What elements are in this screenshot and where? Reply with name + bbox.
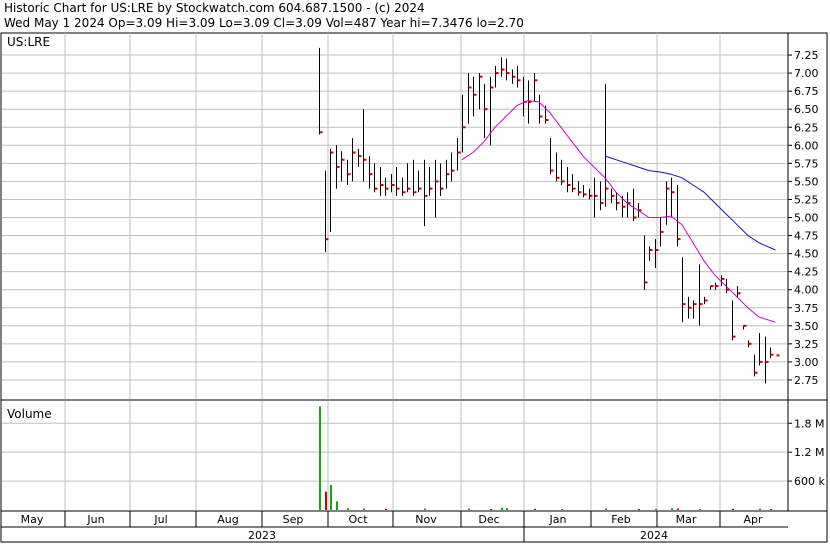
grid-layer (2, 33, 787, 542)
volume-bar (759, 508, 761, 510)
x-tick-label-year: 2023 (248, 529, 276, 542)
volume-bar (347, 508, 349, 510)
volume-bar (638, 509, 640, 511)
volume-bar (534, 508, 536, 510)
x-tick-label-year: 2024 (640, 529, 668, 542)
y-tick-label-price: 3.00 (794, 356, 819, 369)
symbol-label: US:LRE (7, 35, 50, 49)
volume-bar (319, 406, 321, 510)
y-tick-label-volume: 600 k (794, 475, 825, 488)
y-tick-label-price: 4.75 (794, 230, 819, 243)
volume-label: Volume (7, 407, 52, 421)
volume-bar (605, 508, 607, 510)
volume-bar (655, 508, 657, 510)
x-tick-label-month: Apr (743, 513, 763, 526)
y-tick-label-price: 4.00 (794, 284, 819, 297)
y-tick-label-price: 5.50 (794, 175, 819, 188)
volume-bar (330, 484, 332, 510)
volume-bar (501, 507, 503, 510)
volume-bar (732, 508, 734, 510)
x-tick-label-month: Mar (676, 513, 697, 526)
volume-bar (699, 509, 701, 511)
volume-bar (424, 508, 426, 510)
y-tick-label-price: 5.75 (794, 157, 819, 170)
y-tick-label-price: 7.00 (794, 67, 819, 80)
y-tick-label-price: 6.75 (794, 85, 819, 98)
y-tick-label-price: 5.25 (794, 193, 819, 206)
y-tick-label-price: 6.25 (794, 121, 819, 134)
x-tick-label-month: Feb (611, 513, 630, 526)
y-tick-label-price: 2.75 (794, 374, 819, 387)
x-tick-label-month: Sep (283, 513, 304, 526)
y-tick-label-price: 6.50 (794, 103, 819, 116)
moving-averages-layer (461, 99, 776, 323)
x-tick-label-month: May (21, 513, 44, 526)
volume-bar (385, 508, 387, 510)
volume-bar (336, 501, 338, 510)
volume-bar (506, 508, 508, 510)
volume-bar (363, 508, 365, 510)
x-tick-label-month: Jan (549, 513, 567, 526)
y-tick-label-volume: 1.2 M (794, 446, 824, 459)
moving-average-short-line (461, 99, 776, 323)
y-tick-label-price: 6.00 (794, 139, 819, 152)
y-tick-label-price: 3.75 (794, 302, 819, 315)
axis-labels-layer: May Jun Jul Aug Sep Oct Nov Dec Jan Feb Mar Apr 2023… (21, 49, 826, 542)
price-bars-layer (319, 47, 780, 384)
y-tick-label-price: 7.25 (794, 49, 819, 62)
stockwatch-chart: Historic Chart for US:LRE by Stockwatch.… (0, 0, 830, 543)
x-tick-label-month: Dec (478, 513, 499, 526)
volume-bar (677, 508, 679, 510)
volume-bar (770, 509, 772, 511)
chart-header-line2: Wed May 1 2024 Op=3.09 Hi=3.09 Lo=3.09 C… (4, 16, 524, 30)
x-tick-label-month: Jun (86, 513, 104, 526)
volume-bar (490, 509, 492, 511)
chart-canvas: Historic Chart for US:LRE by Stockwatch.… (0, 1, 828, 543)
x-tick-label-month: Jul (153, 513, 167, 526)
volume-bar (468, 508, 470, 510)
volume-bar (561, 509, 563, 511)
volume-bars-layer (319, 406, 772, 511)
volume-bar (325, 491, 327, 510)
volume-bar (671, 508, 673, 510)
x-tick-label-month: Aug (217, 513, 238, 526)
y-tick-label-price: 4.50 (794, 248, 819, 261)
y-tick-label-price: 3.50 (794, 320, 819, 333)
y-tick-label-price: 5.00 (794, 212, 819, 225)
y-tick-label-volume: 1.8 M (794, 417, 824, 430)
y-tick-label-price: 4.25 (794, 266, 819, 279)
chart-header-line1: Historic Chart for US:LRE by Stockwatch.… (4, 1, 425, 15)
x-tick-label-month: Oct (348, 513, 368, 526)
x-tick-label-month: Nov (415, 513, 437, 526)
y-tick-label-price: 3.25 (794, 338, 819, 351)
